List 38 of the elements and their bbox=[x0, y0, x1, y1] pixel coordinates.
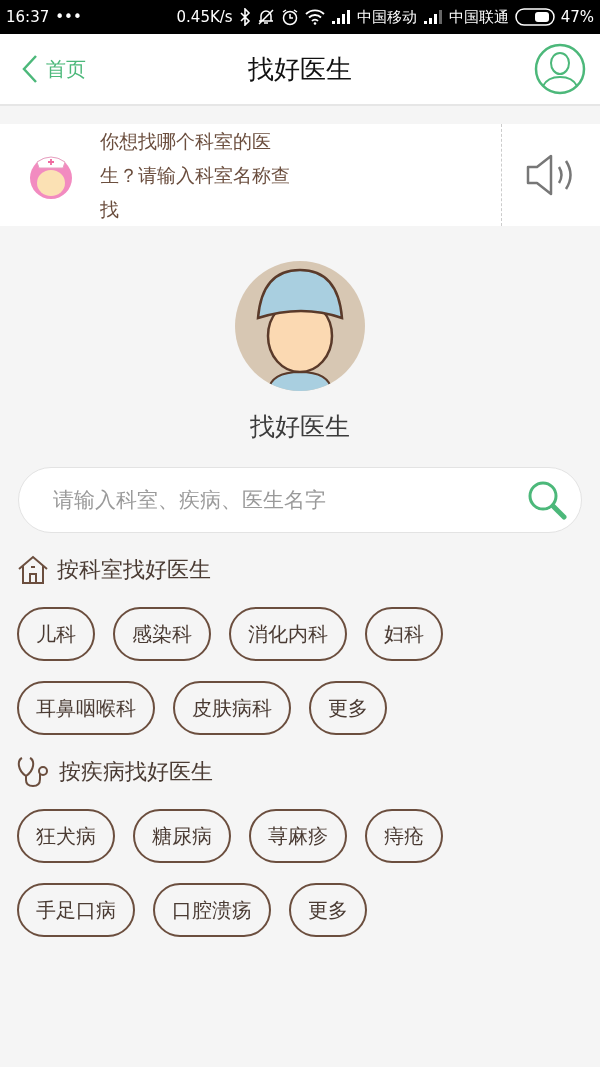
bluetooth-icon bbox=[238, 8, 251, 26]
tag-button[interactable]: 耳鼻咽喉科 bbox=[17, 681, 155, 735]
clock: 16:37 bbox=[6, 8, 50, 26]
user-profile-icon[interactable] bbox=[534, 43, 586, 95]
tag-button[interactable]: 儿科 bbox=[17, 607, 95, 661]
page-title: 找好医生 bbox=[248, 53, 352, 84]
hint-text: 你想找哪个科室的医生？请输入科室名称查找 bbox=[100, 129, 291, 222]
tag-button[interactable]: 狂犬病 bbox=[17, 809, 115, 863]
tag-button[interactable]: 糖尿病 bbox=[133, 809, 231, 863]
network-speed: 0.45K/s bbox=[176, 8, 233, 26]
section-title: 按疾病找好医生 bbox=[59, 758, 213, 786]
tag-button[interactable]: 荨麻疹 bbox=[249, 809, 347, 863]
tag-button[interactable]: 口腔溃疡 bbox=[153, 883, 271, 937]
tag-button[interactable]: 手足口病 bbox=[17, 883, 135, 937]
signal-icon bbox=[422, 9, 443, 25]
tag-button[interactable]: 皮肤病科 bbox=[173, 681, 291, 735]
back-icon bbox=[22, 54, 38, 84]
tag-button[interactable]: 感染科 bbox=[113, 607, 211, 661]
tag-button[interactable]: 消化内科 bbox=[229, 607, 347, 661]
tag-button[interactable]: 妇科 bbox=[365, 607, 443, 661]
house-icon bbox=[17, 555, 49, 585]
battery-icon bbox=[514, 8, 555, 26]
signal-icon bbox=[330, 9, 351, 25]
tag-button[interactable]: 痔疮 bbox=[365, 809, 443, 863]
wifi-icon bbox=[304, 9, 325, 25]
carrier-name: 中国移动 bbox=[356, 7, 417, 27]
tag-button[interactable]: 更多 bbox=[289, 883, 367, 937]
section-title: 按科室找好医生 bbox=[57, 556, 211, 584]
carrier-name: 中国联通 bbox=[448, 7, 509, 27]
stethoscope-icon bbox=[17, 756, 51, 788]
search-field[interactable]: 请输入科室、疾病、医生名字 bbox=[18, 467, 582, 533]
search-icon[interactable] bbox=[526, 479, 568, 521]
overflow-dots: ••• bbox=[55, 8, 82, 26]
alarm-icon bbox=[280, 8, 299, 26]
muted-bell-icon bbox=[256, 8, 275, 26]
tag-button[interactable]: 更多 bbox=[309, 681, 387, 735]
battery-percent: 47% bbox=[560, 8, 594, 26]
hero-title: 找好医生 bbox=[250, 411, 350, 443]
